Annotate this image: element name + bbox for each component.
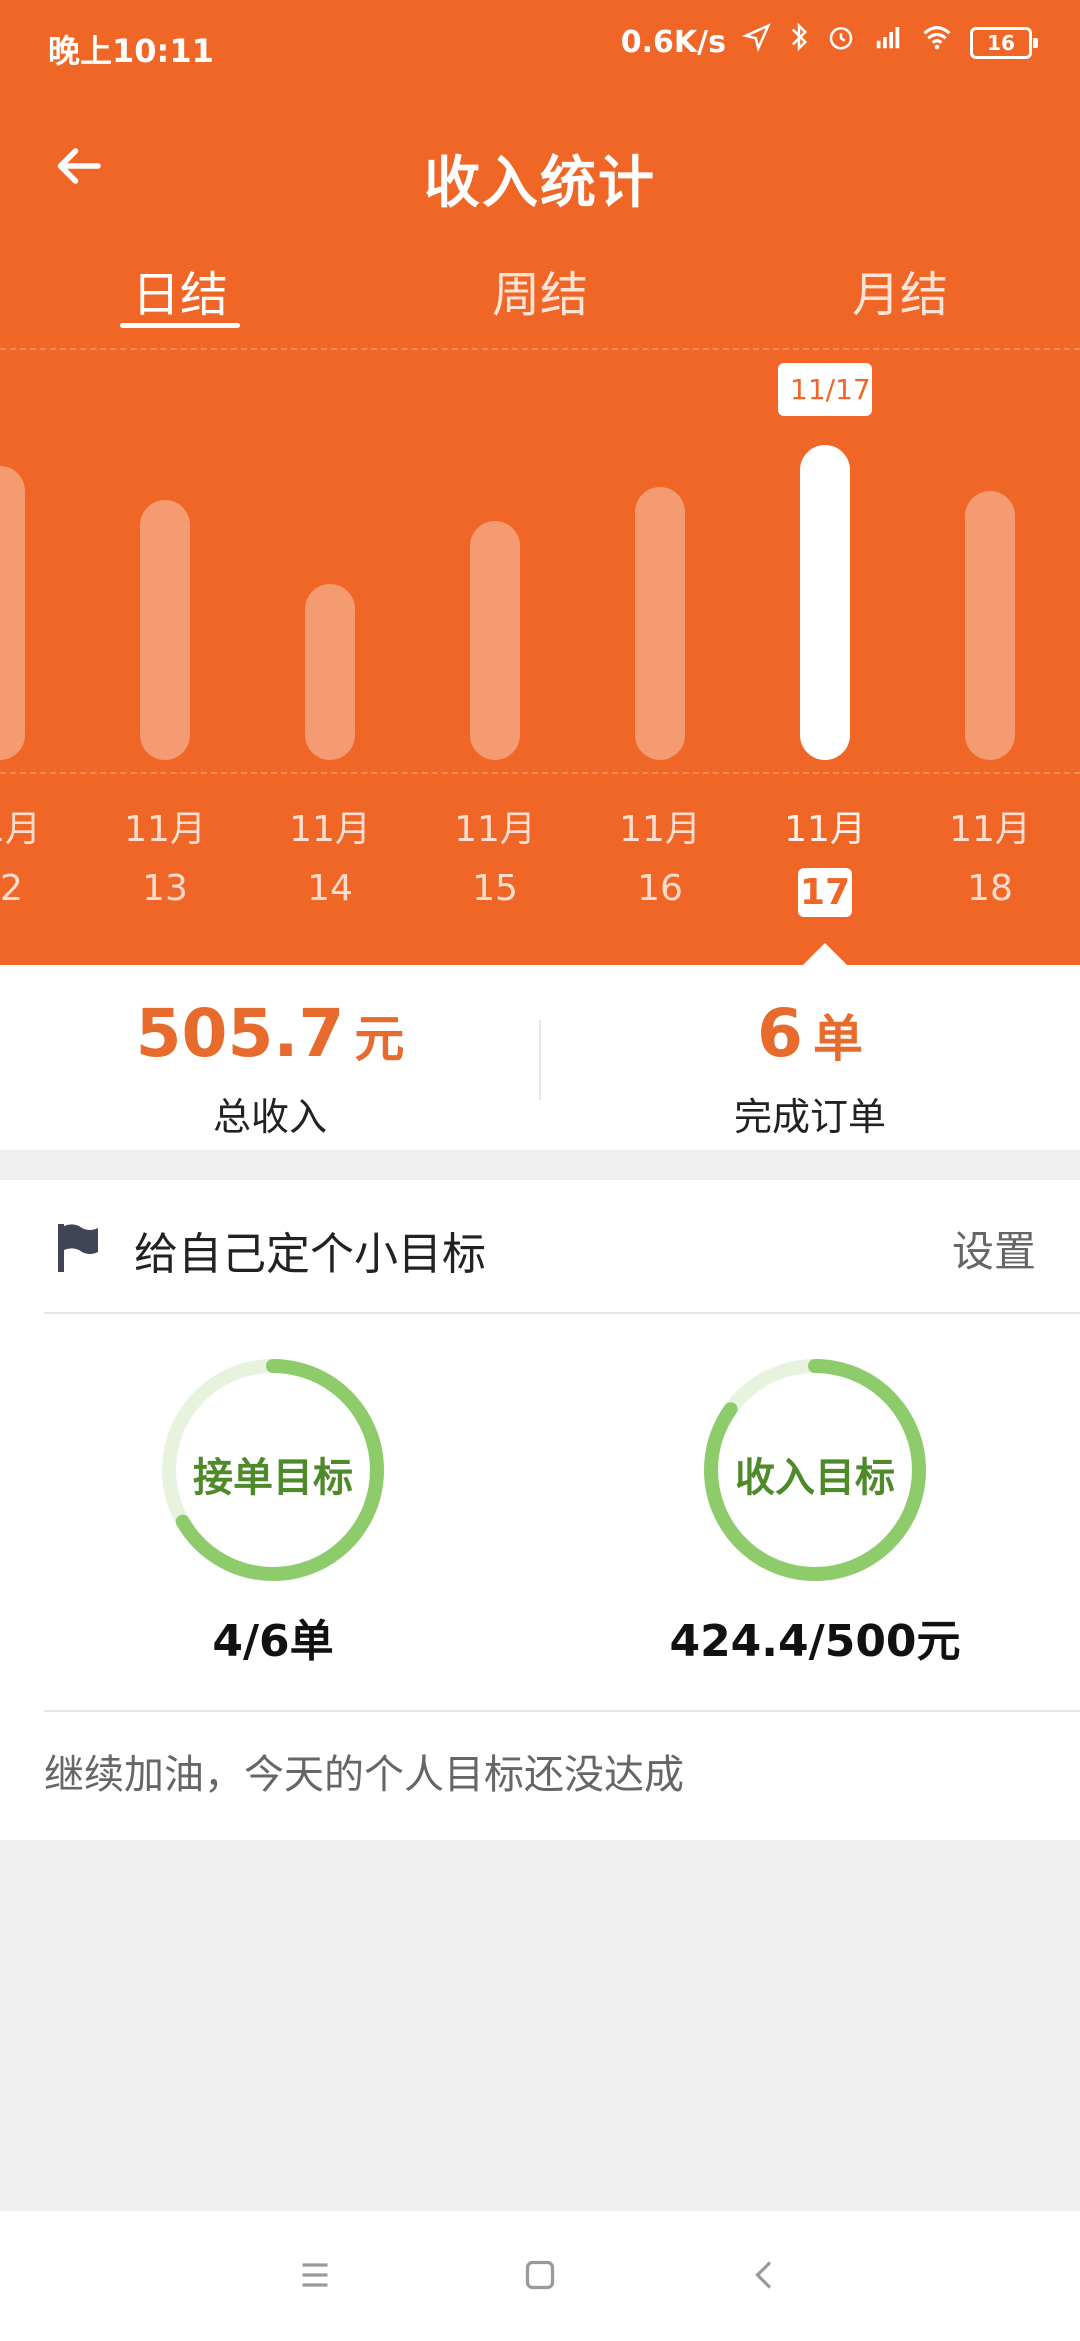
chart-x-day: 18 [967,868,1013,909]
chart-x-month: 11月 [289,809,371,850]
goals-settings-button[interactable]: 设置 [952,1218,1036,1279]
home-icon[interactable] [510,2245,570,2305]
total-income-label: 总收入 [212,1095,327,1139]
chart-x-day: 16 [637,868,683,909]
chart-x-day: 13 [142,868,188,909]
chart-x-month: 11月 [124,809,206,850]
income-goal-value: 424.4/500元 [669,1616,961,1667]
chart-x-label-15[interactable]: 11月 15 [435,800,555,909]
chart-x-day: 15 [472,868,518,909]
chart-bar-12[interactable] [0,466,25,760]
chart-x-day: 14 [307,868,353,909]
chart-bar-18[interactable] [965,491,1015,760]
order-goal-ring: 接单目标 [158,1355,388,1585]
income-goal-ring: 收入目标 [700,1355,930,1585]
chart-x-label-13[interactable]: 11月 13 [105,800,225,909]
total-income-unit: 元 [354,1010,405,1068]
chart-x-month: 11月 [619,809,701,850]
chart-bar-14[interactable] [305,584,355,760]
chart-bar-17[interactable] [800,445,850,760]
chart-x-day: 17 [798,868,852,917]
goals-title: 给自己定个小目标 [134,1229,486,1280]
chart-bar-16[interactable] [635,487,685,760]
chart-x-day: 12 [0,868,23,909]
completed-orders-unit: 单 [812,1010,863,1068]
total-income-number: 505.7 [135,995,345,1072]
chart-x-label-18[interactable]: 11月 18 [930,800,1050,909]
chart-x-month: 11月 [0,809,41,850]
order-goal-label: 接单目标 [193,1455,353,1501]
chart-x-label-17[interactable]: 11月 17 [765,800,885,917]
total-income-block: 505.7 元 总收入 [0,965,540,1141]
order-goal-value: 4/6单 [212,1616,334,1667]
income-bar-chart[interactable]: 11月1211月1311月1411月1511月1611月1711/1711月18 [0,0,1080,965]
chart-x-month: 11月 [949,809,1031,850]
completed-orders-block: 6单 完成订单 [540,965,1080,1141]
flag-icon [54,1222,102,1274]
goals-header: 给自己定个小目标 设置 [44,1180,1080,1314]
system-nav-bar [0,2210,1080,2341]
chart-x-label-12[interactable]: 11月12 [0,800,60,909]
chart-x-label-14[interactable]: 11月 14 [270,800,390,909]
income-goal-label: 收入目标 [735,1455,895,1501]
goals-card: 给自己定个小目标 设置 接单目标 4/6单 收入目标 424.4/500元 继续… [0,1180,1080,1840]
chart-bar-13[interactable] [140,500,190,760]
completed-orders-value: 6单 [540,995,1080,1072]
chart-selection-pointer [803,943,847,965]
chart-bar-15[interactable] [470,521,520,760]
chart-x-label-16[interactable]: 11月 16 [600,800,720,909]
goals-divider [44,1710,1080,1712]
goals-message: 继续加油，今天的个人目标还没达成 [44,1752,684,1798]
chart-tooltip: 11/17 [778,363,872,416]
total-income-value: 505.7 元 [0,995,540,1072]
income-summary: 505.7 元 总收入 6单 完成订单 [0,965,1080,1150]
completed-orders-label: 完成订单 [733,1095,886,1139]
back-icon[interactable] [735,2245,795,2305]
chart-x-month: 11月 [784,809,866,850]
chart-x-month: 11月 [454,809,536,850]
menu-icon[interactable] [285,2245,345,2305]
completed-orders-number: 6 [757,995,803,1072]
